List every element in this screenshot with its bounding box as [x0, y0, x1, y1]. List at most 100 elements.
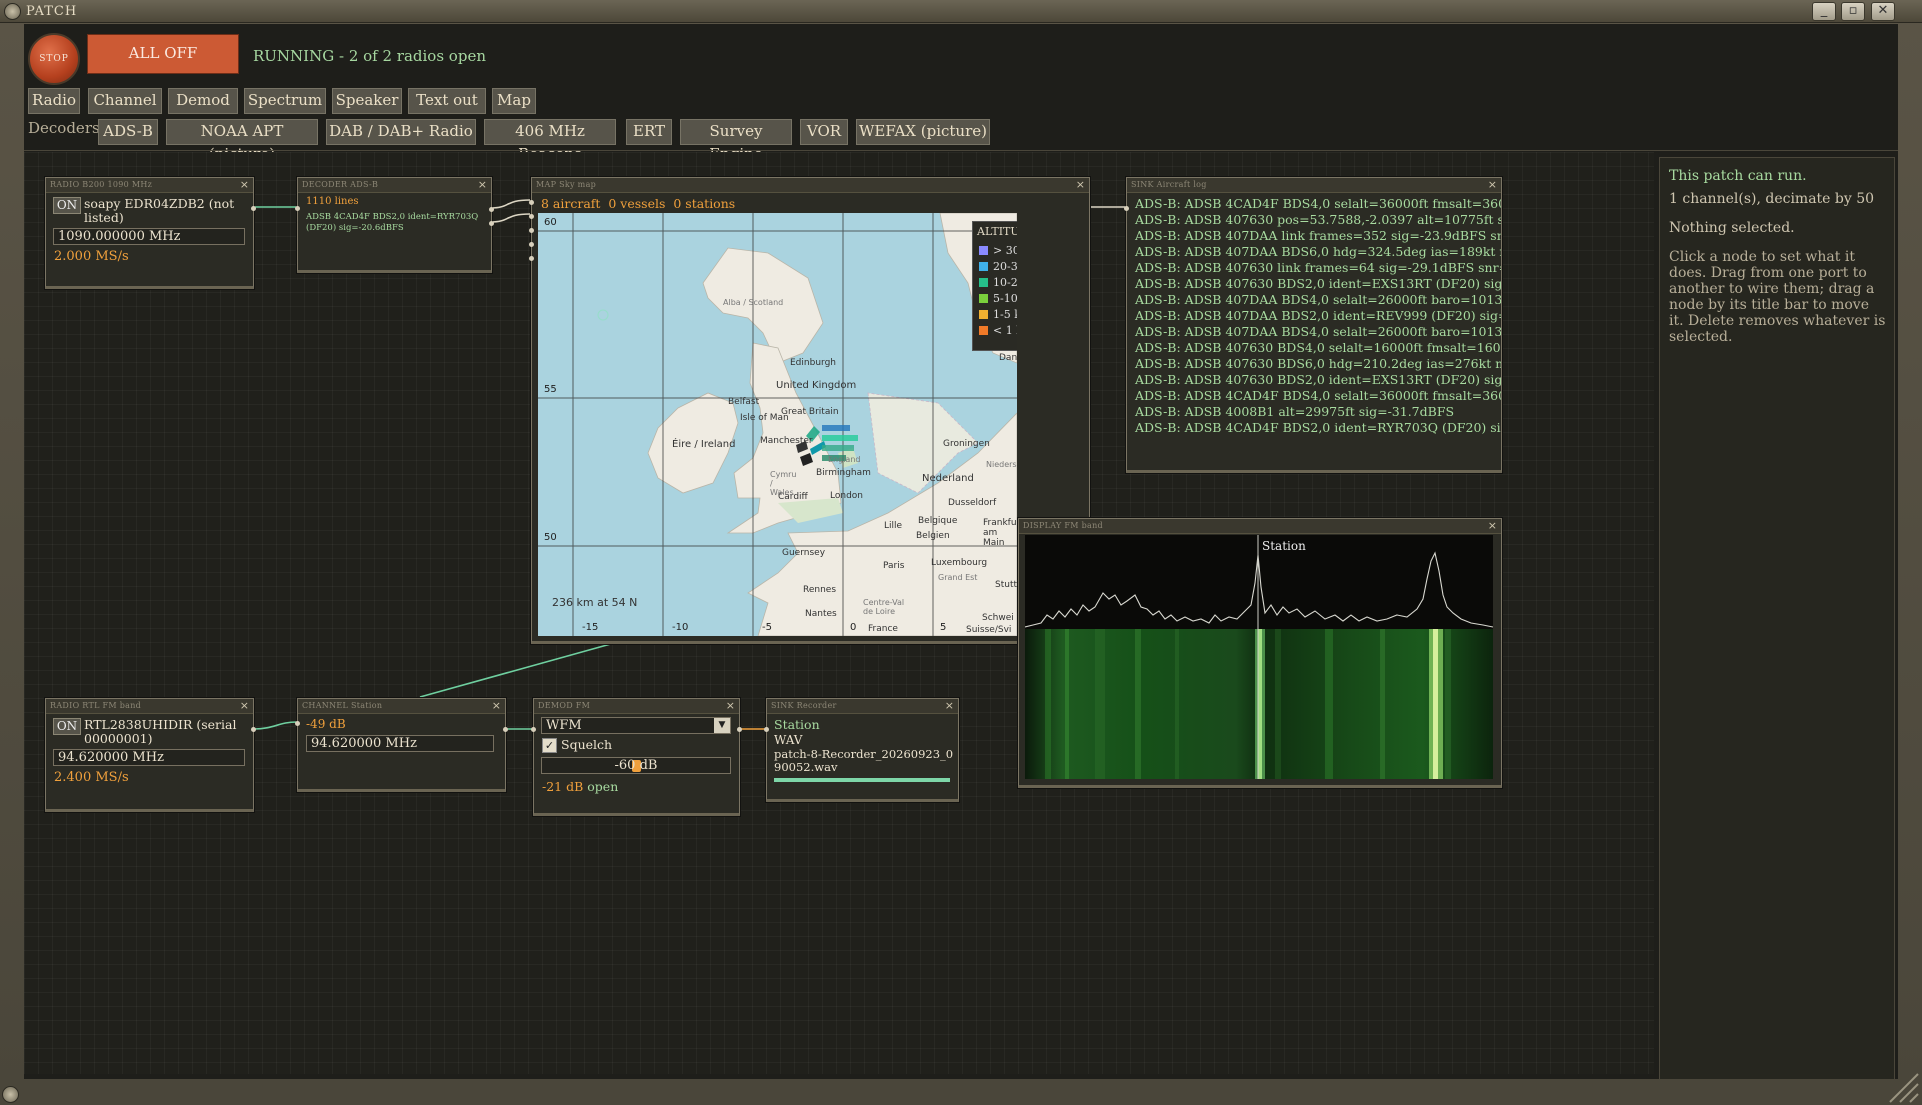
legend-swatch [979, 246, 988, 255]
aircraft-log-list[interactable]: ADS-B: ADSB 4CAD4F BDS4,0 selalt=36000ft… [1127, 193, 1501, 470]
map-label-birmingham: Birmingham [816, 468, 871, 478]
decoder-node-adsb[interactable]: DECODER ADS-B × 1110 lines ADSB 4CAD4F B… [295, 177, 494, 273]
input-port[interactable] [764, 727, 769, 732]
close-node-icon[interactable]: × [1488, 519, 1497, 533]
node-title[interactable]: DISPLAY FM band [1019, 519, 1501, 534]
node-title[interactable]: SINK Aircraft log [1127, 178, 1501, 193]
close-node-icon[interactable]: × [240, 699, 249, 713]
demod-mode-value: WFM [546, 718, 582, 733]
legend-swatch [979, 326, 988, 335]
recorder-progress-track [774, 778, 950, 782]
legend-swatch [979, 294, 988, 303]
sink-node-aircraft-log[interactable]: SINK Aircraft log × ADS-B: ADSB 4CAD4F B… [1124, 177, 1502, 473]
recorder-progress-fill [774, 778, 950, 782]
node-title[interactable]: RADIO RTL FM band [46, 699, 253, 714]
output-port[interactable] [489, 207, 494, 212]
channel-level: -49 dB [306, 717, 346, 731]
close-node-icon[interactable]: × [492, 699, 501, 713]
log-line: ADS-B: ADSB 407DAA BDS4,0 selalt=26000ft… [1135, 292, 1501, 307]
node-title[interactable]: CHANNEL Station [298, 699, 505, 714]
input-port[interactable] [529, 200, 534, 205]
map-label-danmark: Dan [999, 353, 1017, 363]
spectrum-canvas [1025, 535, 1493, 779]
panel-channels: 1 channel(s), decimate by 50 [1669, 191, 1875, 207]
close-node-icon[interactable]: × [726, 699, 735, 713]
legend-swatch [979, 262, 988, 271]
radio-node-1090[interactable]: RADIO B200 1090 MHz × ON soapy EDR04ZDB2… [45, 177, 256, 289]
spectrum-display[interactable]: Station [1025, 535, 1493, 779]
resize-grip-icon[interactable] [1880, 1064, 1920, 1104]
map-label-dusseldorf: Dusseldorf [948, 498, 997, 508]
squelch-state: open [587, 779, 619, 794]
resize-knob[interactable] [2, 1086, 19, 1103]
node-title[interactable]: SINK Recorder [767, 699, 958, 714]
frequency-field[interactable]: 1090.000000 MHz [53, 228, 245, 245]
map-label-great-britain: Great Britain [781, 407, 839, 417]
demod-node-fm[interactable]: DEMOD FM × WFM ▼ ✓ Squelch -60 dB -21 dB… [531, 698, 742, 816]
close-node-icon[interactable]: × [478, 178, 487, 192]
display-node-fm-band[interactable]: DISPLAY FM band × Station [1018, 518, 1502, 788]
channel-frequency-field[interactable]: 94.620000 MHz [306, 735, 494, 752]
input-port[interactable] [1124, 206, 1129, 211]
panel-title: This patch can run. [1669, 168, 1807, 184]
squelch-checkbox[interactable]: ✓ [542, 738, 557, 753]
map-label-ireland: Éire / Ireland [672, 439, 736, 450]
output-port[interactable] [251, 727, 256, 732]
input-port[interactable] [531, 727, 536, 732]
map-view[interactable]: Edinburgh United Kingdom Belfast Isle of… [538, 213, 1017, 636]
close-node-icon[interactable]: × [1488, 178, 1497, 192]
input-port[interactable] [295, 721, 300, 726]
legend-row: 20-3 [979, 260, 1017, 273]
node-title[interactable]: DEMOD FM [534, 699, 739, 714]
radio-on-toggle[interactable]: ON [53, 718, 81, 735]
legend-row: > 30 [979, 244, 1017, 257]
close-node-icon[interactable]: × [240, 178, 249, 192]
spectrum-line [1025, 551, 1493, 628]
lon-label-minus15: -15 [582, 622, 599, 633]
input-port[interactable] [295, 206, 300, 211]
frequency-field[interactable]: 94.620000 MHz [53, 749, 245, 766]
node-title[interactable]: DECODER ADS-B [298, 178, 491, 193]
lon-label-0: 0 [850, 622, 857, 633]
output-port[interactable] [737, 727, 742, 732]
map-label-wales: Cymru / Wales [770, 470, 797, 497]
recorder-source: Station [774, 717, 820, 732]
map-label-france: France [868, 624, 898, 634]
wire-radio2-channel [252, 721, 298, 730]
input-port-3[interactable] [529, 228, 534, 233]
map-label-nantes: Nantes [805, 609, 837, 619]
map-label-belgique: Belgique [918, 516, 958, 526]
output-port[interactable] [503, 727, 508, 732]
log-line: ADS-B: ADSB 4008B1 alt=29975ft sig=-31.7… [1135, 404, 1455, 419]
channel-node-station[interactable]: CHANNEL Station × -49 dB 94.620000 MHz [295, 698, 508, 792]
input-port-4[interactable] [529, 242, 534, 247]
node-title[interactable]: RADIO B200 1090 MHz [46, 178, 253, 193]
legend-swatch [979, 310, 988, 319]
chevron-down-icon[interactable]: ▼ [714, 718, 730, 733]
legend-title: ALTITU [977, 225, 1017, 238]
log-line: ADS-B: ADSB 407DAA BDS6,0 hdg=324.5deg i… [1135, 244, 1501, 259]
legend-label: 5-10 [993, 292, 1017, 305]
log-line: ADS-B: ADSB 407DAA link frames=352 sig=-… [1135, 228, 1501, 243]
radio-node-fm[interactable]: RADIO RTL FM band × ON RTL2838UHIDIR (se… [45, 698, 256, 812]
squelch-slider[interactable]: -60 dB [541, 757, 731, 774]
close-node-icon[interactable]: × [945, 699, 954, 713]
node-title[interactable]: MAP Sky map [532, 178, 1089, 193]
map-node-sky[interactable]: MAP Sky map × 8 aircraft 0 vessels 0 sta… [529, 177, 1090, 644]
demod-mode-select[interactable]: WFM ▼ [541, 717, 731, 734]
legend-row: 1-5 k [979, 308, 1017, 321]
squelch-value: -60 dB [614, 758, 658, 773]
sample-rate: 2.400 MS/s [54, 770, 129, 785]
output-port[interactable] [251, 206, 256, 211]
map-label-paris: Paris [883, 561, 905, 571]
legend-row: < 1 k [979, 324, 1017, 337]
recorder-format: WAV [774, 733, 803, 747]
close-node-icon[interactable]: × [1076, 178, 1085, 192]
sink-node-recorder[interactable]: SINK Recorder × Station WAV patch-8-Reco… [764, 698, 959, 802]
map-label-scotland: Alba / Scotland [723, 298, 784, 307]
output-port-2[interactable] [489, 221, 494, 226]
input-port-5[interactable] [529, 256, 534, 261]
input-port-2[interactable] [529, 214, 534, 219]
radio-on-toggle[interactable]: ON [53, 197, 81, 214]
legend-label: > 30 [993, 244, 1017, 257]
